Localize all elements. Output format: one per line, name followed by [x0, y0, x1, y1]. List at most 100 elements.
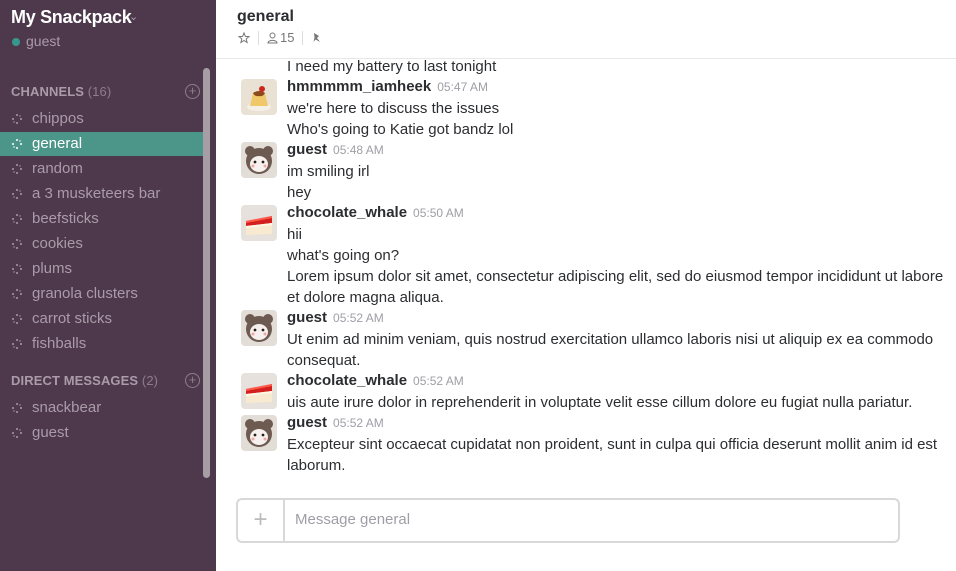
sidebar-channel-chippos[interactable]: chippos [0, 107, 203, 131]
message-timestamp[interactable]: 05:52 AM [413, 374, 464, 388]
sidebar-scrollbar[interactable] [203, 68, 210, 478]
sidebar-channel-beefsticks[interactable]: beefsticks [0, 207, 203, 231]
channel-label: beefsticks [32, 210, 99, 227]
sender-name[interactable]: chocolate_whale [287, 204, 407, 221]
add-channel-button[interactable]: + [185, 84, 200, 99]
channel-icon [12, 139, 22, 149]
channel-label: granola clusters [32, 285, 138, 302]
message-text: hii [287, 226, 303, 243]
avatar[interactable] [241, 79, 277, 115]
avatar[interactable] [241, 373, 277, 409]
sidebar-channel-fishballs[interactable]: fishballs [0, 332, 203, 356]
channel-label: carrot sticks [32, 310, 113, 327]
cake-avatar-icon [241, 373, 277, 409]
channels-label: CHANNELS [11, 84, 85, 99]
header-divider [302, 30, 304, 45]
avatar[interactable] [241, 415, 277, 451]
channel-icon [12, 239, 22, 249]
avatar[interactable] [241, 142, 277, 178]
channel-title[interactable]: general [237, 8, 294, 26]
message-timestamp[interactable]: 05:48 AM [333, 143, 384, 157]
message-text: Who's going to Katie got bandz lol [287, 121, 514, 138]
sender-name[interactable]: guest [287, 414, 327, 431]
team-name[interactable]: My Snackpack [11, 7, 132, 28]
message-text: et dolore magna aliqua. [287, 289, 444, 306]
channel-icon [12, 189, 22, 199]
message-timestamp[interactable]: 05:52 AM [333, 416, 384, 430]
message-text: Excepteur sint occaecat cupidatat non pr… [287, 436, 938, 453]
sidebar-channel-carrot-sticks[interactable]: carrot sticks [0, 307, 203, 331]
message-text: uis aute irure dolor in reprehenderit in… [287, 394, 913, 411]
sidebar-channel-granola-clusters[interactable]: granola clusters [0, 282, 203, 306]
channel-label: a 3 musketeers bar [32, 185, 161, 202]
message-text: I need my battery to last tonight [287, 59, 497, 75]
message-text: consequat. [287, 352, 361, 369]
presence-dot-icon [12, 38, 20, 46]
channel-icon [12, 114, 22, 124]
sidebar-channel-plums[interactable]: plums [0, 257, 203, 281]
bear-avatar-icon [241, 310, 277, 346]
star-icon[interactable] [238, 31, 250, 44]
sidebar-channel-general[interactable]: general [0, 132, 203, 156]
message-text: Lorem ipsum dolor sit amet, consectetur … [287, 268, 944, 285]
channel-icon [12, 164, 22, 174]
message-sender[interactable]: guest 05:52 AM [287, 309, 384, 326]
sidebar-dm-snackbear[interactable]: snackbear [0, 396, 203, 420]
message-sender[interactable]: hmmmmm_iamheek 05:47 AM [287, 78, 488, 95]
sender-name[interactable]: chocolate_whale [287, 372, 407, 389]
sidebar: My Snackpack ⌄ guest CHANNELS (16) + chi… [0, 0, 216, 571]
bear-avatar-icon [241, 142, 277, 178]
message-sender[interactable]: guest 05:52 AM [287, 414, 384, 431]
dm-label: snackbear [32, 399, 102, 416]
message-timestamp[interactable]: 05:47 AM [437, 80, 488, 94]
message-sender[interactable]: chocolate_whale 05:50 AM [287, 204, 464, 221]
message-text: we're here to discuss the issues [287, 100, 500, 117]
channel-label: fishballs [32, 335, 87, 352]
channel-label: general [32, 135, 83, 152]
cake-avatar-icon [241, 205, 277, 241]
channel-icon [12, 264, 22, 274]
add-direct-message-button[interactable]: + [185, 373, 200, 388]
channel-label: chippos [32, 110, 84, 127]
channel-label: cookies [32, 235, 83, 252]
header-divider [258, 30, 259, 45]
message-timestamp[interactable]: 05:50 AM [413, 206, 464, 220]
sidebar-dm-guest[interactable]: guest [0, 421, 203, 445]
channel-icon [12, 339, 22, 349]
dm-icon [12, 428, 22, 438]
sender-name[interactable]: hmmmmm_iamheek [287, 78, 431, 95]
message-sender[interactable]: chocolate_whale 05:52 AM [287, 372, 464, 389]
sidebar-channel-cookies[interactable]: cookies [0, 232, 203, 256]
sender-name[interactable]: guest [287, 309, 327, 326]
chevron-down-icon[interactable]: ⌄ [129, 10, 138, 23]
avatar[interactable] [241, 205, 277, 241]
message-text: im smiling irl [287, 163, 370, 180]
channel-label: random [32, 160, 83, 177]
message-sender[interactable]: guest 05:48 AM [287, 141, 384, 158]
message-text: what's going on? [287, 247, 400, 264]
channel-icon [12, 289, 22, 299]
channels-section-header[interactable]: CHANNELS (16) [11, 84, 111, 99]
current-user-name[interactable]: guest [26, 33, 60, 49]
message-text: laborum. [287, 457, 346, 474]
direct-messages-count: (2) [141, 373, 159, 388]
sender-name[interactable]: guest [287, 141, 327, 158]
dm-label: guest [32, 424, 69, 441]
channel-label: plums [32, 260, 73, 277]
direct-messages-section-header[interactable]: DIRECT MESSAGES (2) [11, 373, 158, 388]
message-text: Ut enim ad minim veniam, quis nostrud ex… [287, 331, 934, 348]
channels-count: (16) [87, 84, 112, 99]
message-pane[interactable]: I need my battery to last tonight hmmmmm… [216, 59, 956, 489]
bear-avatar-icon [241, 415, 277, 451]
member-icon[interactable] [267, 32, 278, 44]
message-input[interactable] [295, 511, 885, 528]
message-composer: + [236, 498, 900, 543]
add-attachment-button[interactable]: + [238, 500, 285, 541]
pin-icon[interactable] [311, 32, 322, 44]
channel-header: general 15 [216, 0, 956, 59]
sidebar-channel-a-3-musketeers-bar[interactable]: a 3 musketeers bar [0, 182, 203, 206]
sidebar-channel-random[interactable]: random [0, 157, 203, 181]
member-count[interactable]: 15 [280, 30, 294, 45]
message-timestamp[interactable]: 05:52 AM [333, 311, 384, 325]
avatar[interactable] [241, 310, 277, 346]
